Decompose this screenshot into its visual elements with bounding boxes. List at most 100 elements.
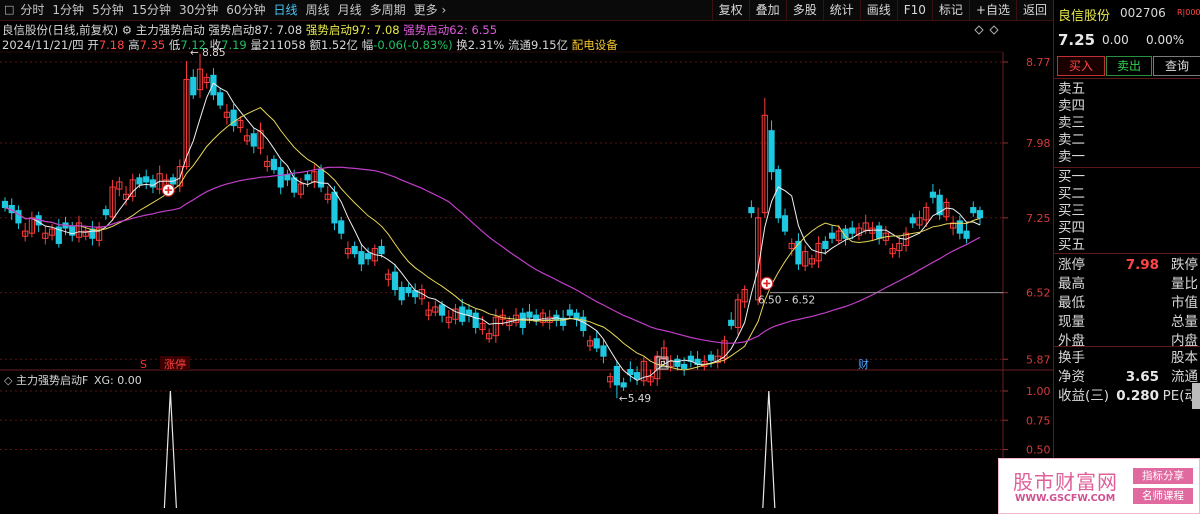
ohlc-info-line: 2024/11/21/四 开7.18 高7.35 低7.12 收7.19 量21… xyxy=(2,37,618,53)
candle-body xyxy=(398,287,405,301)
chart-title: 良信股份(日线,前复权) xyxy=(2,23,119,37)
range-annotation: 6.50 - 6.52 xyxy=(758,295,815,307)
quote-label-right: 量比 xyxy=(1171,276,1198,292)
quote-label: 外盘 xyxy=(1058,333,1085,349)
candle-body xyxy=(365,253,372,260)
quote-label: 最高 xyxy=(1058,276,1085,292)
quote-label: 收益(三) xyxy=(1058,388,1110,404)
candle-body xyxy=(149,179,157,188)
price-axis-label: 7.25 xyxy=(1026,212,1051,225)
candle-body xyxy=(136,177,143,185)
quote-label-right: 总量 xyxy=(1171,314,1198,330)
sub-axis-label: 1.00 xyxy=(1026,385,1051,398)
quote-panel: 良信股份 002706 R|000 7.25 0.00 0.00% 买入 卖出 … xyxy=(1053,0,1200,514)
change-value: -0.06(-0.83%) xyxy=(373,38,453,52)
order-level-label: 买四 xyxy=(1058,220,1085,236)
watermark-logo: 股市财富网 WWW.GSCFW.COM 指标分享 名师课程 xyxy=(998,458,1200,514)
event-marker-cai: 财 xyxy=(858,357,869,371)
last-price: 7.25 xyxy=(1058,31,1096,49)
candle-body xyxy=(707,354,715,361)
high-value: 7.35 xyxy=(139,38,166,52)
candle-body xyxy=(143,176,150,183)
margin-badge: R|000 xyxy=(1177,8,1200,17)
candle-body xyxy=(822,240,829,250)
sub-axis-label: 0.75 xyxy=(1026,414,1051,427)
candle-body xyxy=(291,177,298,193)
ma-line-short xyxy=(4,82,981,381)
candle-body xyxy=(190,76,197,96)
event-marker-limit-up: 涨停 xyxy=(164,357,186,371)
candle-body xyxy=(250,133,257,147)
candle-body xyxy=(351,246,358,255)
quote-label-right: 市值 xyxy=(1171,295,1198,311)
signal-spike xyxy=(762,390,776,509)
candle-body xyxy=(768,130,775,173)
order-level-label: 卖二 xyxy=(1058,132,1085,148)
close-value: 7.19 xyxy=(221,38,247,52)
candle-body xyxy=(613,365,620,386)
change-label: 幅 xyxy=(361,38,374,52)
candle-body xyxy=(89,228,96,239)
candle-body xyxy=(633,372,641,380)
watermark-text: 股市财富网 xyxy=(1013,470,1118,494)
watermark-url: WWW.GSCFW.COM xyxy=(1015,493,1116,504)
candle-body xyxy=(277,167,284,188)
price-axis-label: 5.87 xyxy=(1026,353,1051,366)
amount-value: 1.52亿 xyxy=(320,38,359,52)
ma-line-long xyxy=(4,166,981,344)
event-marker-hui: 回 xyxy=(658,358,668,370)
quote-label: 最低 xyxy=(1058,295,1085,311)
quote-label-right: 跌停 xyxy=(1171,257,1198,273)
candle-body xyxy=(438,304,446,316)
price-axis-label: 7.98 xyxy=(1026,137,1051,150)
low-label: 低 xyxy=(168,38,181,52)
order-level-label: 卖五 xyxy=(1058,81,1085,97)
candle-body xyxy=(909,217,916,224)
event-marker-s: S xyxy=(140,358,147,371)
low-value: 7.12 xyxy=(180,38,206,52)
order-level-label: 买一 xyxy=(1058,169,1085,185)
turnover-value: 2.31% xyxy=(467,38,505,52)
candle-body xyxy=(465,309,473,316)
candle-body xyxy=(526,311,533,318)
indicator-name[interactable]: 主力强势启动 xyxy=(136,23,205,37)
candle-body xyxy=(929,191,937,198)
quote-label-right: 内盘 xyxy=(1171,333,1198,349)
buy-button[interactable]: 买入 xyxy=(1057,56,1105,76)
order-level-label: 卖四 xyxy=(1058,98,1085,114)
candle-body xyxy=(304,174,311,181)
quote-value: 7.98 xyxy=(1125,257,1159,273)
sell-button[interactable]: 卖出 xyxy=(1106,56,1152,76)
diamond-icon xyxy=(989,25,999,35)
kline-chart[interactable]: 8.777.987.256.525.871.000.750.50← 8.85←5… xyxy=(0,0,1053,514)
sub-indicator-value: XG: 0.00 xyxy=(94,374,142,387)
candle-body xyxy=(681,363,688,369)
candle-body xyxy=(970,207,977,214)
candle-body xyxy=(775,169,782,219)
turnover-label: 换 xyxy=(456,38,468,52)
candle-body xyxy=(317,169,325,188)
stock-code: 002706 xyxy=(1120,6,1166,20)
order-level-label: 卖一 xyxy=(1058,149,1085,165)
price-axis-label: 6.52 xyxy=(1026,287,1051,300)
indicator-value-97: 强势启动97: 7.08 xyxy=(305,23,400,37)
float-value: 9.15亿 xyxy=(531,38,569,52)
bar-date: 2024/11/21/四 xyxy=(2,38,84,52)
price-axis-label: 8.77 xyxy=(1026,56,1051,69)
divider xyxy=(1054,253,1200,254)
watermark-tag-indicators: 指标分享 xyxy=(1133,468,1193,484)
stock-name: 良信股份 xyxy=(1058,9,1111,24)
app-window: □ 分时 1分钟 5分钟 15分钟 30分钟 60分钟 日线 周线 月线 多周期… xyxy=(0,0,1200,514)
low-annotation: ←5.49 xyxy=(619,393,651,405)
candle-body xyxy=(15,210,22,224)
sector-tag[interactable]: 配电设备 xyxy=(572,38,618,52)
volume-value: 211058 xyxy=(261,38,306,52)
candle-body xyxy=(620,382,627,388)
candle-body xyxy=(1,200,9,209)
scrollbar[interactable] xyxy=(1192,383,1200,409)
order-level-label: 买五 xyxy=(1058,237,1085,253)
candle-body xyxy=(728,319,735,326)
candle-body xyxy=(781,215,789,232)
query-button[interactable]: 查询 xyxy=(1153,56,1200,76)
gear-icon[interactable]: ⚙ xyxy=(122,23,132,37)
